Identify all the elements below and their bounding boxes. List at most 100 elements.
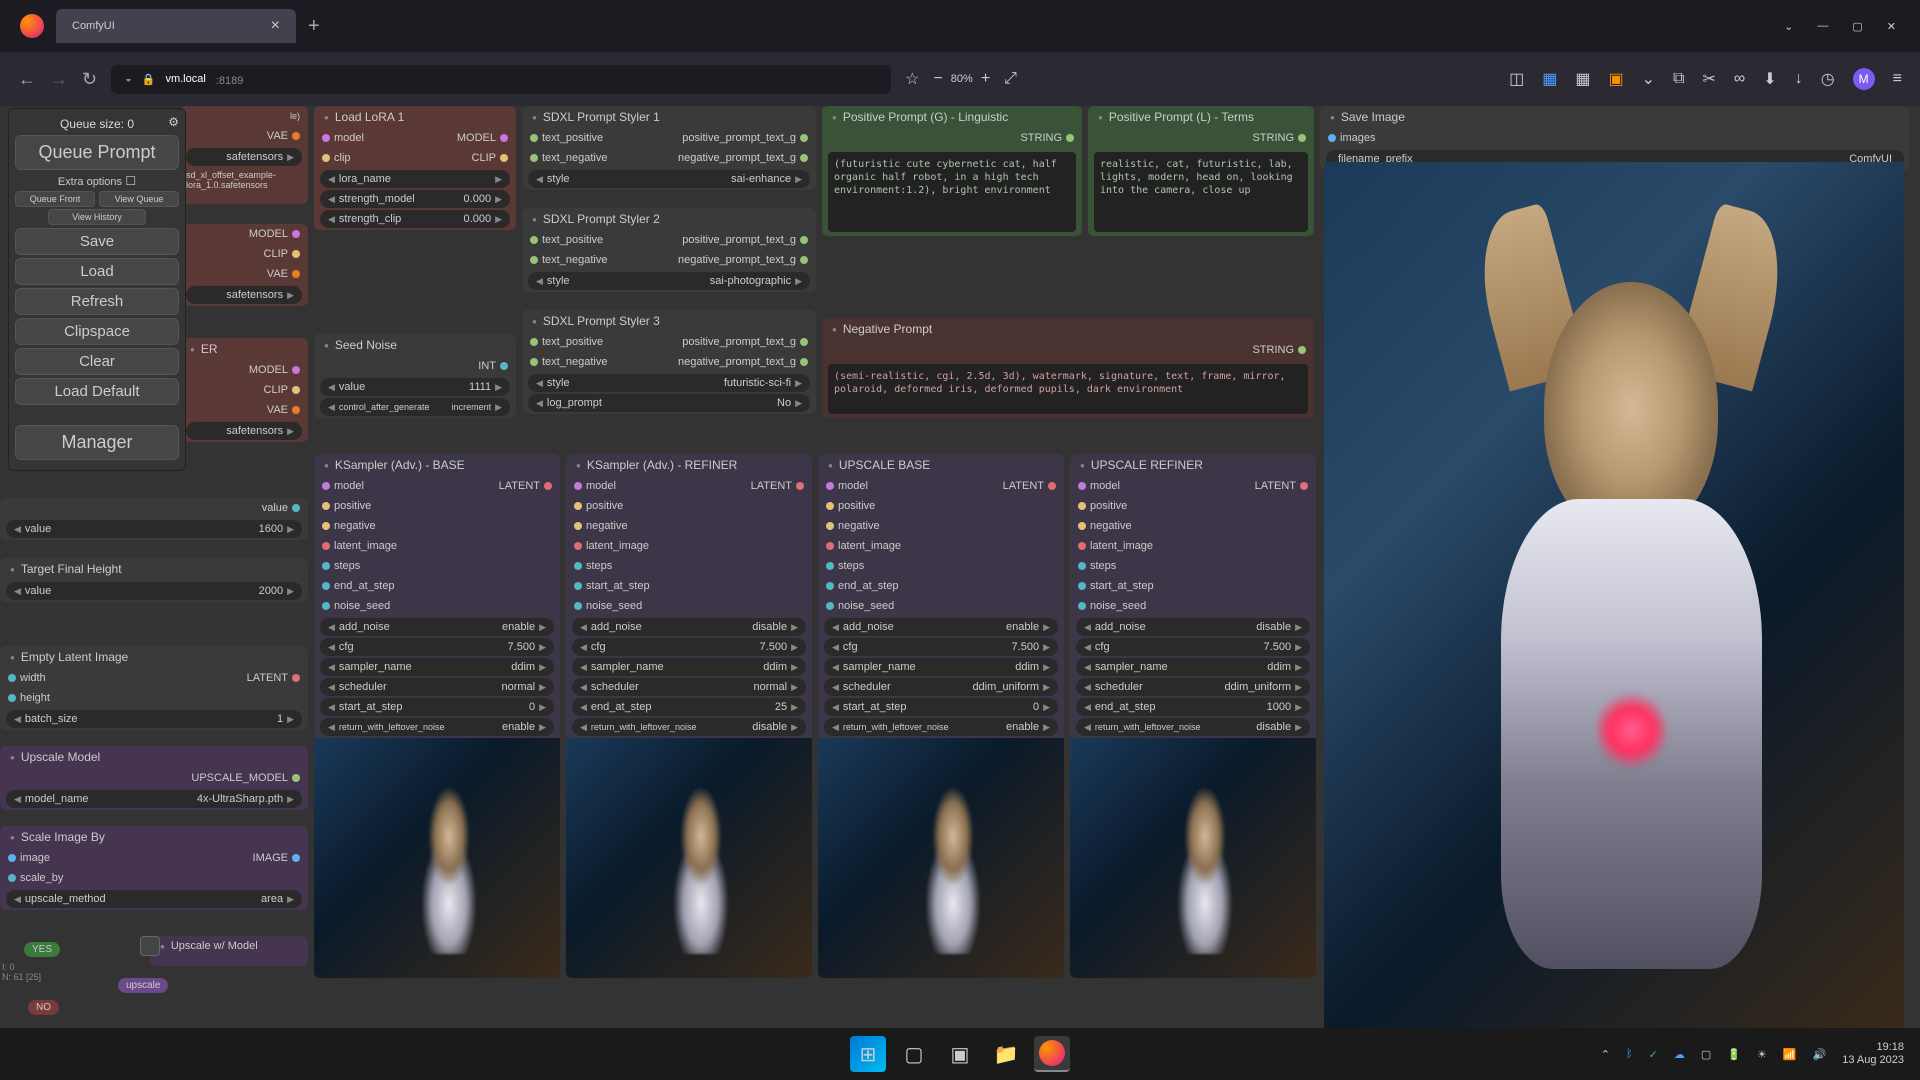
batch-size-widget[interactable]: ◀batch_size1▶: [6, 710, 302, 728]
security-icon[interactable]: ✓: [1649, 1048, 1658, 1061]
node-positive-prompt-g[interactable]: Positive Prompt (G) - Linguistic STRING …: [822, 106, 1082, 236]
clipspace-button[interactable]: Clipspace: [15, 318, 179, 345]
tab-title: ComfyUI: [72, 20, 115, 32]
ext-icon-1[interactable]: ◫: [1509, 69, 1524, 89]
node-upscale-base[interactable]: UPSCALE BASE modelLATENT positive negati…: [818, 454, 1064, 978]
value-widget[interactable]: ◀value1600▶: [6, 520, 302, 538]
debug-text: I: 0 N: 61 [25]: [2, 962, 41, 982]
ext-icon-3[interactable]: ▦: [1575, 69, 1590, 89]
extra-options-checkbox[interactable]: Extra options ☐: [15, 174, 179, 188]
bluetooth-icon[interactable]: ᛒ: [1626, 1048, 1633, 1060]
terminal-icon[interactable]: ▣: [942, 1036, 978, 1072]
url-bar[interactable]: ◒ 🔒 vm.local:8189: [111, 65, 891, 94]
firefox-taskbar-icon[interactable]: [1034, 1036, 1070, 1072]
close-window-button[interactable]: ✕: [1887, 20, 1896, 33]
pocket-icon[interactable]: ⌄: [1642, 69, 1655, 89]
node-upscale-w-model[interactable]: Upscale w/ Model: [150, 936, 308, 966]
upscale-method-widget[interactable]: ◀upscale_methodarea▶: [6, 890, 302, 908]
view-history-button[interactable]: View History: [48, 209, 146, 225]
node-upscale-model[interactable]: Upscale Model UPSCALE_MODEL ◀model_name4…: [0, 746, 308, 810]
ext-icon-5[interactable]: ✂: [1702, 69, 1715, 89]
url-port: :8189: [216, 75, 224, 83]
no-badge: NO: [28, 1000, 59, 1015]
bookmark-star-icon[interactable]: ☆: [905, 69, 919, 89]
maximize-button[interactable]: ▢: [1852, 20, 1862, 33]
clock[interactable]: 19:18 13 Aug 2023: [1842, 1041, 1904, 1067]
shield-icon[interactable]: ◒: [125, 73, 132, 85]
tray-chevron-icon[interactable]: ⌃: [1601, 1048, 1610, 1061]
volume-icon[interactable]: 🔊: [1813, 1048, 1827, 1061]
settings-gear-icon[interactable]: ⚙: [168, 115, 179, 129]
node-positive-prompt-l[interactable]: Positive Prompt (L) - Terms STRING reali…: [1088, 106, 1314, 236]
positive-g-text[interactable]: (futuristic cute cybernetic cat, half or…: [828, 152, 1076, 232]
wifi-icon[interactable]: 📶: [1783, 1048, 1797, 1061]
node-model-partial[interactable]: MODEL CLIP VAE safetensors▶: [180, 224, 308, 306]
brightness-icon[interactable]: ☀: [1757, 1048, 1767, 1061]
load-button[interactable]: Load: [15, 258, 179, 285]
node-load-lora[interactable]: Load LoRA 1 modelMODEL clipCLIP ◀lora_na…: [314, 106, 516, 230]
node-refiner-partial[interactable]: ER MODEL CLIP VAE safetensors▶: [180, 338, 308, 442]
tabs-dropdown-icon[interactable]: ⌄: [1784, 20, 1793, 33]
value-widget[interactable]: ◀value2000▶: [6, 582, 302, 600]
node-prompt-styler-2[interactable]: SDXL Prompt Styler 2 text_positivepositi…: [522, 208, 816, 292]
close-tab-icon[interactable]: ×: [271, 17, 280, 35]
history-icon[interactable]: ◷: [1821, 69, 1835, 89]
node-upscale-refiner[interactable]: UPSCALE REFINER modelLATENT positive neg…: [1070, 454, 1316, 978]
queue-prompt-button[interactable]: Queue Prompt: [15, 135, 179, 170]
node-empty-latent[interactable]: Empty Latent Image widthLATENT height ◀b…: [0, 646, 308, 730]
node-ksampler-refiner[interactable]: KSampler (Adv.) - REFINER modelLATENT po…: [566, 454, 812, 978]
queue-size-label: Queue size: 0: [15, 117, 179, 131]
node-seed-noise[interactable]: Seed Noise INT ◀value1111▶ ◀control_afte…: [314, 334, 516, 418]
negative-text[interactable]: (semi-realistic, cgi, 2.5d, 3d), waterma…: [828, 364, 1308, 414]
new-tab-button[interactable]: +: [308, 15, 320, 38]
queue-front-button[interactable]: Queue Front: [15, 191, 95, 207]
windows-taskbar: ⊞ ▢ ▣ 📁 ⌃ ᛒ ✓ ☁ ▢ 🔋 ☀ 📶 🔊 19:18 13 Aug 2…: [0, 1028, 1920, 1080]
manager-button[interactable]: Manager: [15, 425, 179, 460]
view-queue-button[interactable]: View Queue: [99, 191, 179, 207]
forward-button: →: [50, 69, 68, 90]
start-button[interactable]: ⊞: [850, 1036, 886, 1072]
node-ksampler-base[interactable]: KSampler (Adv.) - BASE modelLATENT posit…: [314, 454, 560, 978]
clear-button[interactable]: Clear: [15, 348, 179, 375]
task-view-button[interactable]: ▢: [896, 1036, 932, 1072]
zoom-in-button[interactable]: +: [981, 70, 990, 88]
zoom-out-button[interactable]: −: [933, 70, 942, 88]
load-default-button[interactable]: Load Default: [15, 378, 179, 405]
positive-l-text[interactable]: realistic, cat, futuristic, lab, lights,…: [1094, 152, 1308, 232]
node-target-height[interactable]: Target Final Height ◀value2000▶: [0, 558, 308, 602]
refresh-button[interactable]: Refresh: [15, 288, 179, 315]
node-canvas[interactable]: ⚙ Queue size: 0 Queue Prompt Extra optio…: [0, 106, 1920, 1028]
ksampler-refiner-preview: [566, 738, 812, 978]
minimize-button[interactable]: —: [1817, 20, 1828, 33]
downloads-icon[interactable]: ↓: [1795, 70, 1803, 88]
battery-icon[interactable]: 🔋: [1727, 1048, 1741, 1061]
onedrive-icon[interactable]: ☁: [1674, 1048, 1685, 1061]
explorer-icon[interactable]: 📁: [988, 1036, 1024, 1072]
model-name-widget[interactable]: ◀model_name4x-UltraSharp.pth▶: [6, 790, 302, 808]
node-value-partial[interactable]: value ◀value1600▶: [0, 498, 308, 540]
node-prompt-styler-1[interactable]: SDXL Prompt Styler 1 text_positivepositi…: [522, 106, 816, 190]
browser-tab[interactable]: ComfyUI ×: [56, 9, 296, 43]
node-prompt-styler-3[interactable]: SDXL Prompt Styler 3 text_positivepositi…: [522, 310, 816, 414]
save-button[interactable]: Save: [15, 228, 179, 255]
back-button[interactable]: ←: [18, 69, 36, 90]
ext-icon-2[interactable]: ▦: [1542, 69, 1557, 89]
fullscreen-icon[interactable]: ⤢: [1004, 70, 1017, 88]
node-checkpoint-partial[interactable]: le) VAE safetensors▶ sd_xl_offset_exampl…: [180, 106, 308, 204]
lock-icon[interactable]: 🔒: [142, 73, 156, 86]
ext-icon-6[interactable]: ∞: [1734, 70, 1745, 88]
reload-button[interactable]: ↻: [82, 69, 97, 90]
node-scale-image-by[interactable]: Scale Image By imageIMAGE scale_by ◀upsc…: [0, 826, 308, 910]
node-negative-prompt[interactable]: Negative Prompt STRING (semi-realistic, …: [822, 318, 1314, 418]
reroute-node[interactable]: [140, 936, 160, 956]
downloads-alt-icon[interactable]: ⬇: [1763, 69, 1776, 89]
output-image-preview[interactable]: [1324, 162, 1904, 1028]
extensions-icon[interactable]: ⧉: [1673, 70, 1684, 88]
firefox-icon: [20, 14, 44, 38]
ext-icon-4[interactable]: ▣: [1609, 69, 1624, 89]
cast-icon[interactable]: ▢: [1701, 1048, 1711, 1061]
menu-icon[interactable]: ≡: [1893, 70, 1902, 88]
ksampler-base-preview: [314, 738, 560, 978]
account-icon[interactable]: M: [1853, 68, 1875, 90]
node-save-image[interactable]: Save Image images filename_prefixComfyUI: [1320, 106, 1910, 170]
